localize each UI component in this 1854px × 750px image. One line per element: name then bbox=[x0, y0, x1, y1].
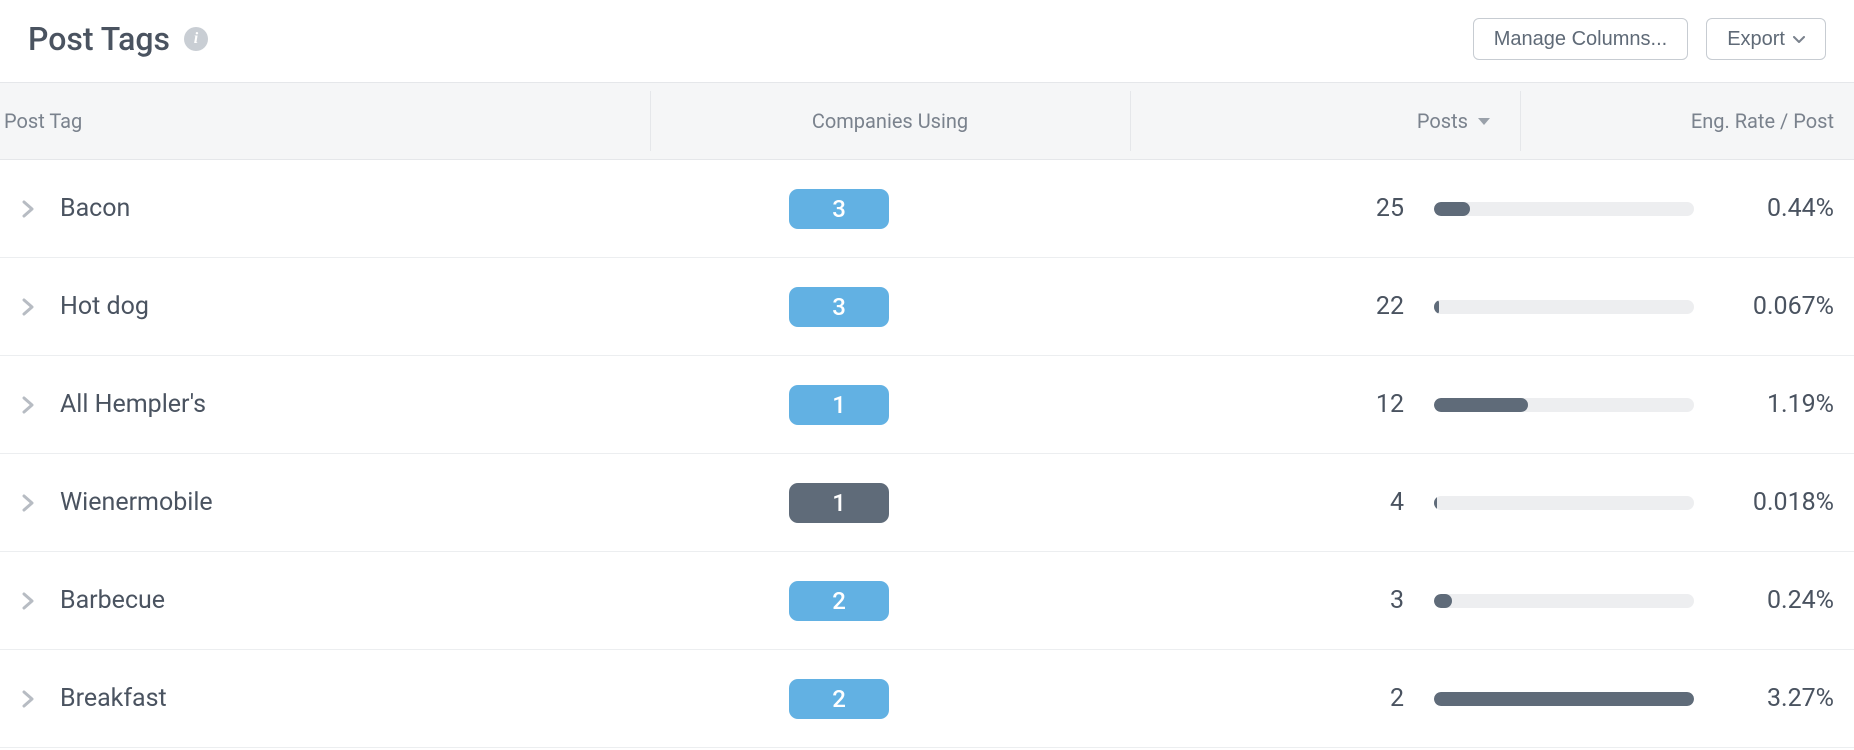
column-header-posts[interactable]: Posts bbox=[1130, 83, 1520, 159]
cell-tag: All Hempler's bbox=[0, 390, 613, 419]
eng-rate-meter-fill bbox=[1434, 594, 1452, 608]
table-header-row: Post Tag Companies Using Posts Eng. Rate… bbox=[0, 82, 1854, 160]
column-header-tag[interactable]: Post Tag bbox=[0, 83, 650, 159]
cell-eng-rate: 0.018% bbox=[1434, 488, 1854, 517]
manage-columns-label: Manage Columns... bbox=[1494, 29, 1667, 49]
tag-name[interactable]: All Hempler's bbox=[60, 390, 206, 419]
cell-companies: 1 bbox=[613, 385, 1065, 425]
companies-badge[interactable]: 1 bbox=[789, 385, 889, 425]
eng-rate-meter-fill bbox=[1434, 496, 1437, 510]
companies-badge[interactable]: 3 bbox=[789, 189, 889, 229]
tag-name[interactable]: Wienermobile bbox=[60, 488, 213, 517]
export-label: Export bbox=[1727, 29, 1785, 49]
posts-value: 2 bbox=[1390, 684, 1404, 713]
posts-value: 3 bbox=[1390, 586, 1404, 615]
eng-rate-meter bbox=[1434, 496, 1694, 510]
manage-columns-button[interactable]: Manage Columns... bbox=[1473, 18, 1688, 60]
eng-rate-meter bbox=[1434, 594, 1694, 608]
table-row: Barbecue 2 3 0.24% bbox=[0, 552, 1854, 650]
eng-rate-meter bbox=[1434, 398, 1694, 412]
info-icon[interactable]: i bbox=[184, 27, 208, 51]
panel-title-wrap: Post Tags i bbox=[28, 20, 208, 58]
cell-eng-rate: 0.24% bbox=[1434, 586, 1854, 615]
column-header-companies[interactable]: Companies Using bbox=[650, 83, 1130, 159]
expand-row-icon[interactable] bbox=[18, 494, 38, 512]
column-header-posts-label: Posts bbox=[1417, 109, 1468, 133]
eng-rate-meter-fill bbox=[1434, 692, 1694, 706]
table-row: Breakfast 2 2 3.27% bbox=[0, 650, 1854, 748]
tag-name[interactable]: Bacon bbox=[60, 194, 130, 223]
table-body: Bacon3250.44%Hot dog3220.067%All Hempler… bbox=[0, 160, 1854, 748]
table-row: All Hempler's 1 12 1.19% bbox=[0, 356, 1854, 454]
panel-header: Post Tags i Manage Columns... Export bbox=[0, 0, 1854, 82]
cell-posts: 25 bbox=[1065, 194, 1434, 223]
cell-posts: 22 bbox=[1065, 292, 1434, 321]
cell-tag: Bacon bbox=[0, 194, 613, 223]
companies-badge[interactable]: 2 bbox=[789, 679, 889, 719]
eng-rate-value: 0.24% bbox=[1724, 586, 1834, 615]
eng-rate-meter bbox=[1434, 692, 1694, 706]
cell-posts: 4 bbox=[1065, 488, 1434, 517]
table-row: Wienermobile 1 4 0.018% bbox=[0, 454, 1854, 552]
cell-tag: Hot dog bbox=[0, 292, 613, 321]
table-row: Hot dog 3 22 0.067% bbox=[0, 258, 1854, 356]
page-title: Post Tags bbox=[28, 20, 170, 58]
cell-eng-rate: 1.19% bbox=[1434, 390, 1854, 419]
eng-rate-meter bbox=[1434, 300, 1694, 314]
column-header-companies-label: Companies Using bbox=[812, 109, 968, 133]
expand-row-icon[interactable] bbox=[18, 396, 38, 414]
tag-name[interactable]: Barbecue bbox=[60, 586, 165, 615]
eng-rate-value: 0.067% bbox=[1724, 292, 1834, 321]
header-actions: Manage Columns... Export bbox=[1473, 18, 1826, 60]
cell-posts: 2 bbox=[1065, 684, 1434, 713]
cell-tag: Wienermobile bbox=[0, 488, 613, 517]
table-row: Bacon 3 25 0.44% bbox=[0, 160, 1854, 258]
tag-name[interactable]: Hot dog bbox=[60, 292, 149, 321]
expand-row-icon[interactable] bbox=[18, 298, 38, 316]
cell-companies: 1 bbox=[613, 483, 1065, 523]
cell-eng-rate: 0.44% bbox=[1434, 194, 1854, 223]
eng-rate-meter bbox=[1434, 202, 1694, 216]
post-tags-panel: Post Tags i Manage Columns... Export Pos… bbox=[0, 0, 1854, 748]
expand-row-icon[interactable] bbox=[18, 592, 38, 610]
posts-value: 4 bbox=[1390, 488, 1404, 517]
eng-rate-value: 1.19% bbox=[1724, 390, 1834, 419]
chevron-down-icon bbox=[1793, 32, 1805, 46]
cell-eng-rate: 3.27% bbox=[1434, 684, 1854, 713]
eng-rate-value: 0.018% bbox=[1724, 488, 1834, 517]
eng-rate-value: 0.44% bbox=[1724, 194, 1834, 223]
cell-companies: 2 bbox=[613, 679, 1065, 719]
companies-badge[interactable]: 1 bbox=[789, 483, 889, 523]
sort-descending-icon bbox=[1478, 118, 1490, 125]
cell-companies: 3 bbox=[613, 189, 1065, 229]
cell-posts: 3 bbox=[1065, 586, 1434, 615]
cell-tag: Breakfast bbox=[0, 684, 613, 713]
eng-rate-meter-fill bbox=[1434, 202, 1470, 216]
cell-eng-rate: 0.067% bbox=[1434, 292, 1854, 321]
export-button[interactable]: Export bbox=[1706, 18, 1826, 60]
companies-badge[interactable]: 3 bbox=[789, 287, 889, 327]
cell-posts: 12 bbox=[1065, 390, 1434, 419]
posts-value: 25 bbox=[1376, 194, 1404, 223]
column-header-eng-rate-label: Eng. Rate / Post bbox=[1691, 109, 1834, 133]
expand-row-icon[interactable] bbox=[18, 690, 38, 708]
cell-companies: 3 bbox=[613, 287, 1065, 327]
eng-rate-meter-fill bbox=[1434, 398, 1528, 412]
eng-rate-meter-fill bbox=[1434, 300, 1439, 314]
cell-tag: Barbecue bbox=[0, 586, 613, 615]
companies-badge[interactable]: 2 bbox=[789, 581, 889, 621]
posts-value: 12 bbox=[1376, 390, 1404, 419]
expand-row-icon[interactable] bbox=[18, 200, 38, 218]
eng-rate-value: 3.27% bbox=[1724, 684, 1834, 713]
column-header-eng-rate[interactable]: Eng. Rate / Post bbox=[1520, 83, 1854, 159]
posts-value: 22 bbox=[1376, 292, 1404, 321]
column-header-tag-label: Post Tag bbox=[4, 109, 82, 133]
cell-companies: 2 bbox=[613, 581, 1065, 621]
tag-name[interactable]: Breakfast bbox=[60, 684, 167, 713]
